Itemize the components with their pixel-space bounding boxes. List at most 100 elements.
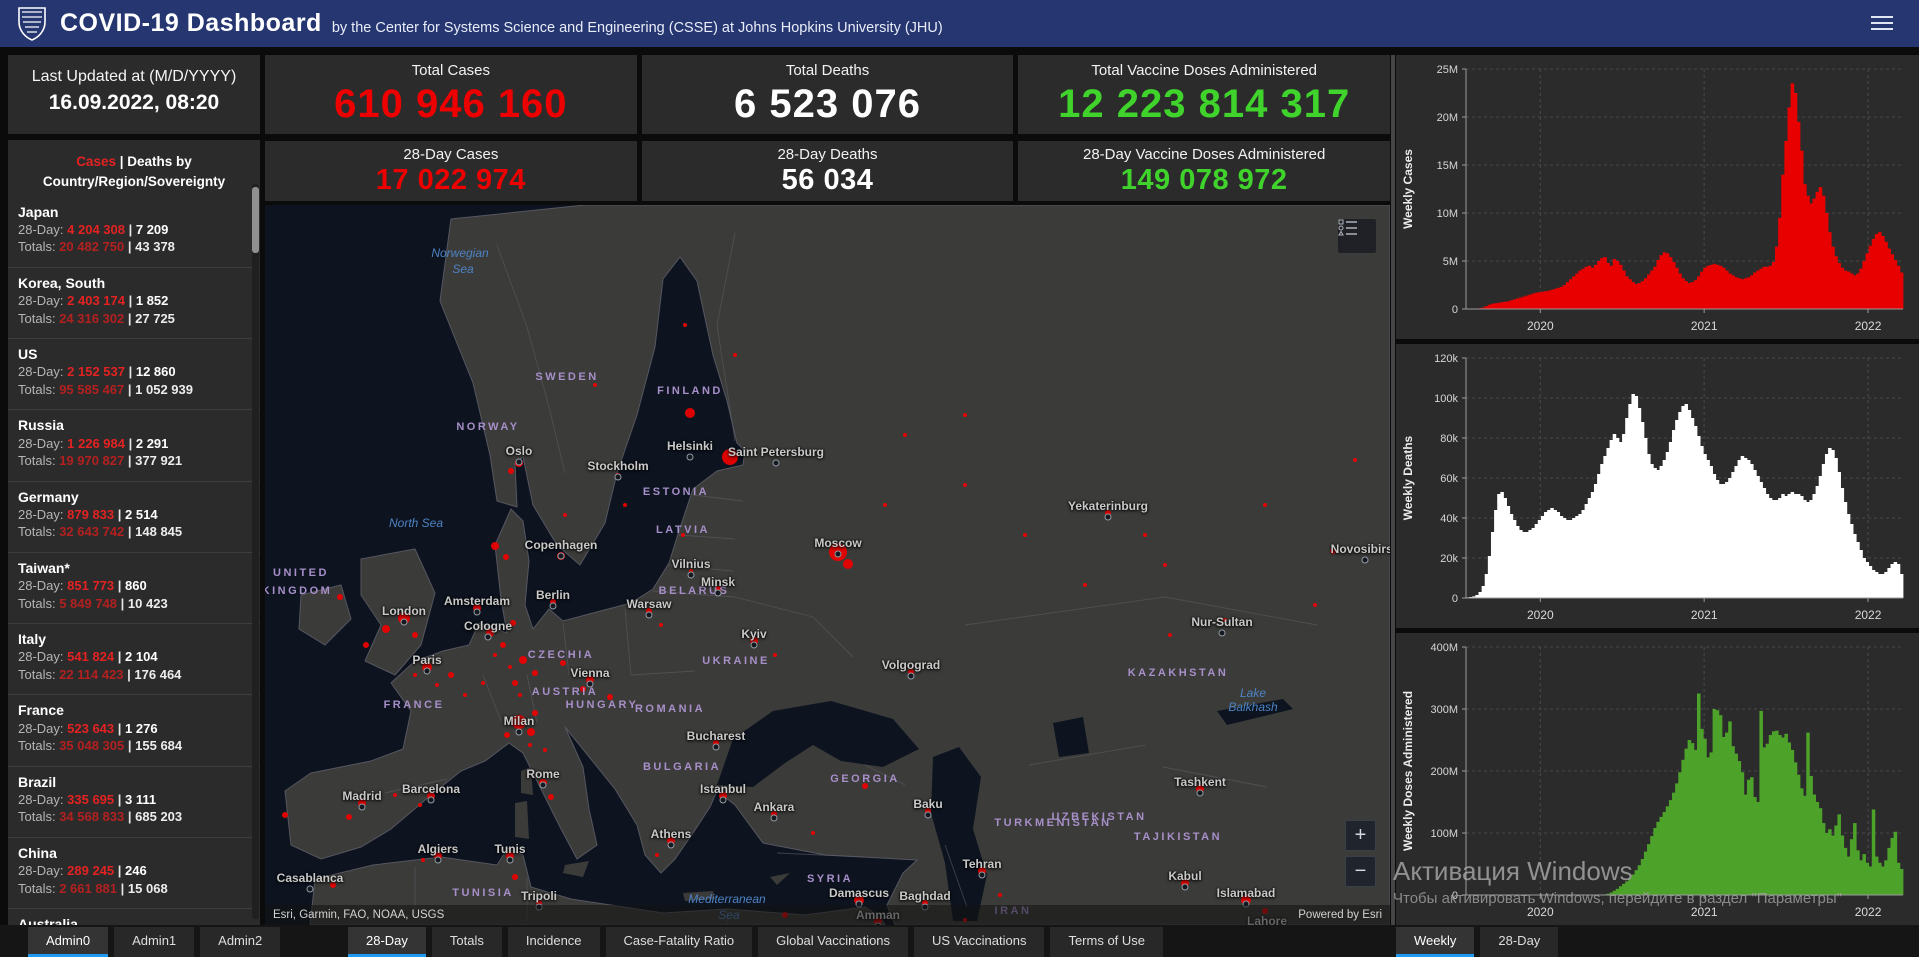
svg-text:300M: 300M bbox=[1430, 704, 1458, 716]
city-marker-icon bbox=[434, 856, 442, 864]
city-marker-icon bbox=[515, 458, 523, 466]
country-name: Taiwan* bbox=[18, 559, 70, 576]
city-marker-icon bbox=[924, 811, 932, 819]
tab-global-vaccinations[interactable]: Global Vaccinations bbox=[758, 927, 909, 957]
last-updated-value: 16.09.2022, 08:20 bbox=[48, 91, 220, 114]
svg-text:2021: 2021 bbox=[1691, 608, 1718, 622]
country-row[interactable]: Taiwan* 28-Day: 851 773 | 860 Totals: 5 … bbox=[8, 551, 260, 619]
svg-text:40k: 40k bbox=[1440, 513, 1458, 525]
tab-admin1[interactable]: Admin1 bbox=[114, 927, 195, 957]
scrollbar-thumb[interactable] bbox=[252, 187, 259, 253]
country-totals-line: Totals: 32 643 742 | 148 845 bbox=[18, 524, 183, 540]
country-row[interactable]: Japan 28-Day: 4 204 308 | 7 209 Totals: … bbox=[8, 197, 260, 263]
country-totals-line: Totals: 95 585 467 | 1 052 939 bbox=[18, 381, 193, 397]
country-row[interactable]: Germany 28-Day: 879 833 | 2 514 Totals: … bbox=[8, 480, 260, 548]
country-list: Japan 28-Day: 4 204 308 | 7 209 Totals: … bbox=[8, 197, 260, 925]
weekly-deaths-chart[interactable]: 0 20k 40k 60k 80k 100k 120k 2020 2021 2022 Weekly … bbox=[1396, 344, 1919, 628]
map-legend-button[interactable] bbox=[1338, 219, 1376, 253]
country-region-label: Country/Region/Sovereignty bbox=[42, 174, 226, 190]
hamburger-menu-icon[interactable] bbox=[1871, 16, 1893, 30]
stat-label: 28-Day Deaths bbox=[777, 145, 878, 163]
country-row[interactable]: Korea, South 28-Day: 2 403 174 | 1 852 T… bbox=[8, 266, 260, 334]
powered-by-esri[interactable]: Powered by Esri bbox=[1298, 909, 1382, 921]
stat-label: 28-Day Vaccine Doses Administered bbox=[1083, 145, 1326, 163]
country-row[interactable]: Russia 28-Day: 1 226 984 | 2 291 Totals:… bbox=[8, 409, 260, 476]
svg-text:0: 0 bbox=[1452, 304, 1458, 316]
windows-activation-watermark-sub: Чтобы активировать Windows, перейдите в … bbox=[1393, 890, 1842, 907]
map-canvas[interactable] bbox=[265, 205, 1390, 925]
metric-tab-group: 28-Day Totals Incidence Case-Fatality Ratio… bbox=[348, 927, 1164, 957]
svg-text:5M: 5M bbox=[1443, 256, 1458, 268]
admin-tab-group: Admin0 Admin1 Admin2 bbox=[28, 927, 281, 957]
tab-admin2[interactable]: Admin2 bbox=[200, 927, 281, 957]
country-28day-line: 28-Day: 1 226 984 | 2 291 bbox=[18, 435, 169, 451]
tab-28-day[interactable]: 28-Day bbox=[1480, 927, 1559, 957]
page-subtitle: by the Center for Systems Science and En… bbox=[331, 20, 943, 36]
country-row[interactable]: China 28-Day: 289 245 | 246 Totals: 2 66… bbox=[8, 837, 260, 904]
country-row[interactable]: Brazil 28-Day: 335 695 | 3 111 Totals: 3… bbox=[8, 765, 260, 833]
svg-text:25M: 25M bbox=[1437, 64, 1458, 76]
tab-totals[interactable]: Totals bbox=[431, 927, 502, 957]
city-marker-icon bbox=[586, 680, 594, 688]
city-marker-icon bbox=[614, 473, 622, 481]
stat-value: 17 022 974 bbox=[375, 163, 526, 196]
svg-text:2020: 2020 bbox=[1527, 905, 1554, 919]
country-row[interactable]: Australia 28-Day: 259 987 | 1 305 bbox=[8, 908, 260, 925]
city-marker-icon bbox=[772, 459, 780, 467]
city-marker-icon bbox=[1181, 883, 1189, 891]
svg-text:2022: 2022 bbox=[1855, 905, 1882, 919]
city-marker-icon bbox=[667, 841, 675, 849]
svg-text:2021: 2021 bbox=[1691, 905, 1718, 919]
weekly-cases-chart[interactable]: 0 5M 10M 15M 20M 25M 2020 2021 2022 Weekly Cases bbox=[1396, 55, 1919, 339]
country-28day-line: 28-Day: 879 833 | 2 514 bbox=[18, 506, 158, 522]
country-totals-line: Totals: 2 661 881 | 15 068 bbox=[18, 880, 168, 896]
city-marker-icon bbox=[907, 672, 915, 680]
svg-text:2020: 2020 bbox=[1527, 608, 1554, 622]
svg-text:0: 0 bbox=[1452, 593, 1458, 605]
city-marker-icon bbox=[549, 602, 557, 610]
map-attribution-bar: Esri, Garmin, FAO, NOAA, USGS Powered by… bbox=[265, 905, 1390, 925]
city-marker-icon bbox=[306, 885, 314, 893]
country-list-header: Cases | Deaths by Country/Region/Soverei… bbox=[8, 140, 260, 193]
city-marker-icon bbox=[687, 571, 695, 579]
country-row[interactable]: Italy 28-Day: 541 824 | 2 104 Totals: 22… bbox=[8, 623, 260, 690]
svg-text:15M: 15M bbox=[1437, 160, 1458, 172]
cases-toggle[interactable]: Cases bbox=[76, 154, 116, 169]
map-zoom-out-button[interactable]: − bbox=[1345, 856, 1376, 887]
tab-terms-of-use[interactable]: Terms of Use bbox=[1050, 927, 1164, 957]
svg-text:Weekly Cases: Weekly Cases bbox=[1401, 149, 1415, 229]
country-row[interactable]: US 28-Day: 2 152 537 | 12 860 Totals: 95… bbox=[8, 338, 260, 405]
svg-text:2022: 2022 bbox=[1855, 608, 1882, 622]
country-28day-line: 28-Day: 4 204 308 | 7 209 bbox=[18, 221, 169, 237]
stat-label: Total Cases bbox=[411, 62, 491, 79]
svg-text:20M: 20M bbox=[1437, 112, 1458, 124]
country-row[interactable]: France 28-Day: 523 643 | 1 276 Totals: 3… bbox=[8, 694, 260, 761]
city-marker-icon bbox=[400, 618, 408, 626]
world-map[interactable]: NorwegianSeaNorth SeaMediterraneanSeaLak… bbox=[265, 205, 1390, 925]
country-totals-line: Totals: 34 568 833 | 685 203 bbox=[18, 809, 183, 825]
tab-case-fatality-ratio[interactable]: Case-Fatality Ratio bbox=[605, 927, 753, 957]
tab-28-day[interactable]: 28-Day bbox=[348, 927, 426, 957]
city-marker-icon bbox=[515, 728, 523, 736]
svg-text:2020: 2020 bbox=[1527, 319, 1554, 333]
tab-admin0[interactable]: Admin0 bbox=[28, 927, 109, 957]
city-marker-icon bbox=[834, 550, 842, 558]
map-zoom-in-button[interactable]: + bbox=[1345, 820, 1376, 851]
country-list-scrollbar[interactable] bbox=[252, 184, 259, 919]
stat-card: 28-Day Cases 17 022 974 bbox=[265, 141, 637, 201]
city-marker-icon bbox=[686, 453, 694, 461]
country-28day-line: 28-Day: 2 403 174 | 1 852 bbox=[18, 292, 169, 308]
stat-card: Total Cases 610 946 160 bbox=[265, 55, 637, 134]
svg-text:20k: 20k bbox=[1440, 553, 1458, 565]
tab-weekly[interactable]: Weekly bbox=[1396, 927, 1475, 957]
stat-card: 28-Day Vaccine Doses Administered 149 07… bbox=[1018, 141, 1391, 201]
stat-label: Total Vaccine Doses Administered bbox=[1091, 62, 1318, 79]
stat-value: 56 034 bbox=[781, 163, 874, 196]
28day-stat-row: 28-Day Cases 17 022 974 28-Day Deaths 56… bbox=[265, 141, 1391, 201]
app-header: COVID-19 Dashboard by the Center for Sys… bbox=[0, 0, 1919, 47]
jhu-shield-logo bbox=[18, 6, 46, 41]
tab-incidence[interactable]: Incidence bbox=[507, 927, 600, 957]
svg-text:Weekly Deaths: Weekly Deaths bbox=[1401, 435, 1415, 520]
last-updated-label: Last Updated at (M/D/YYYY) bbox=[31, 68, 237, 85]
tab-us-vaccinations[interactable]: US Vaccinations bbox=[914, 927, 1045, 957]
